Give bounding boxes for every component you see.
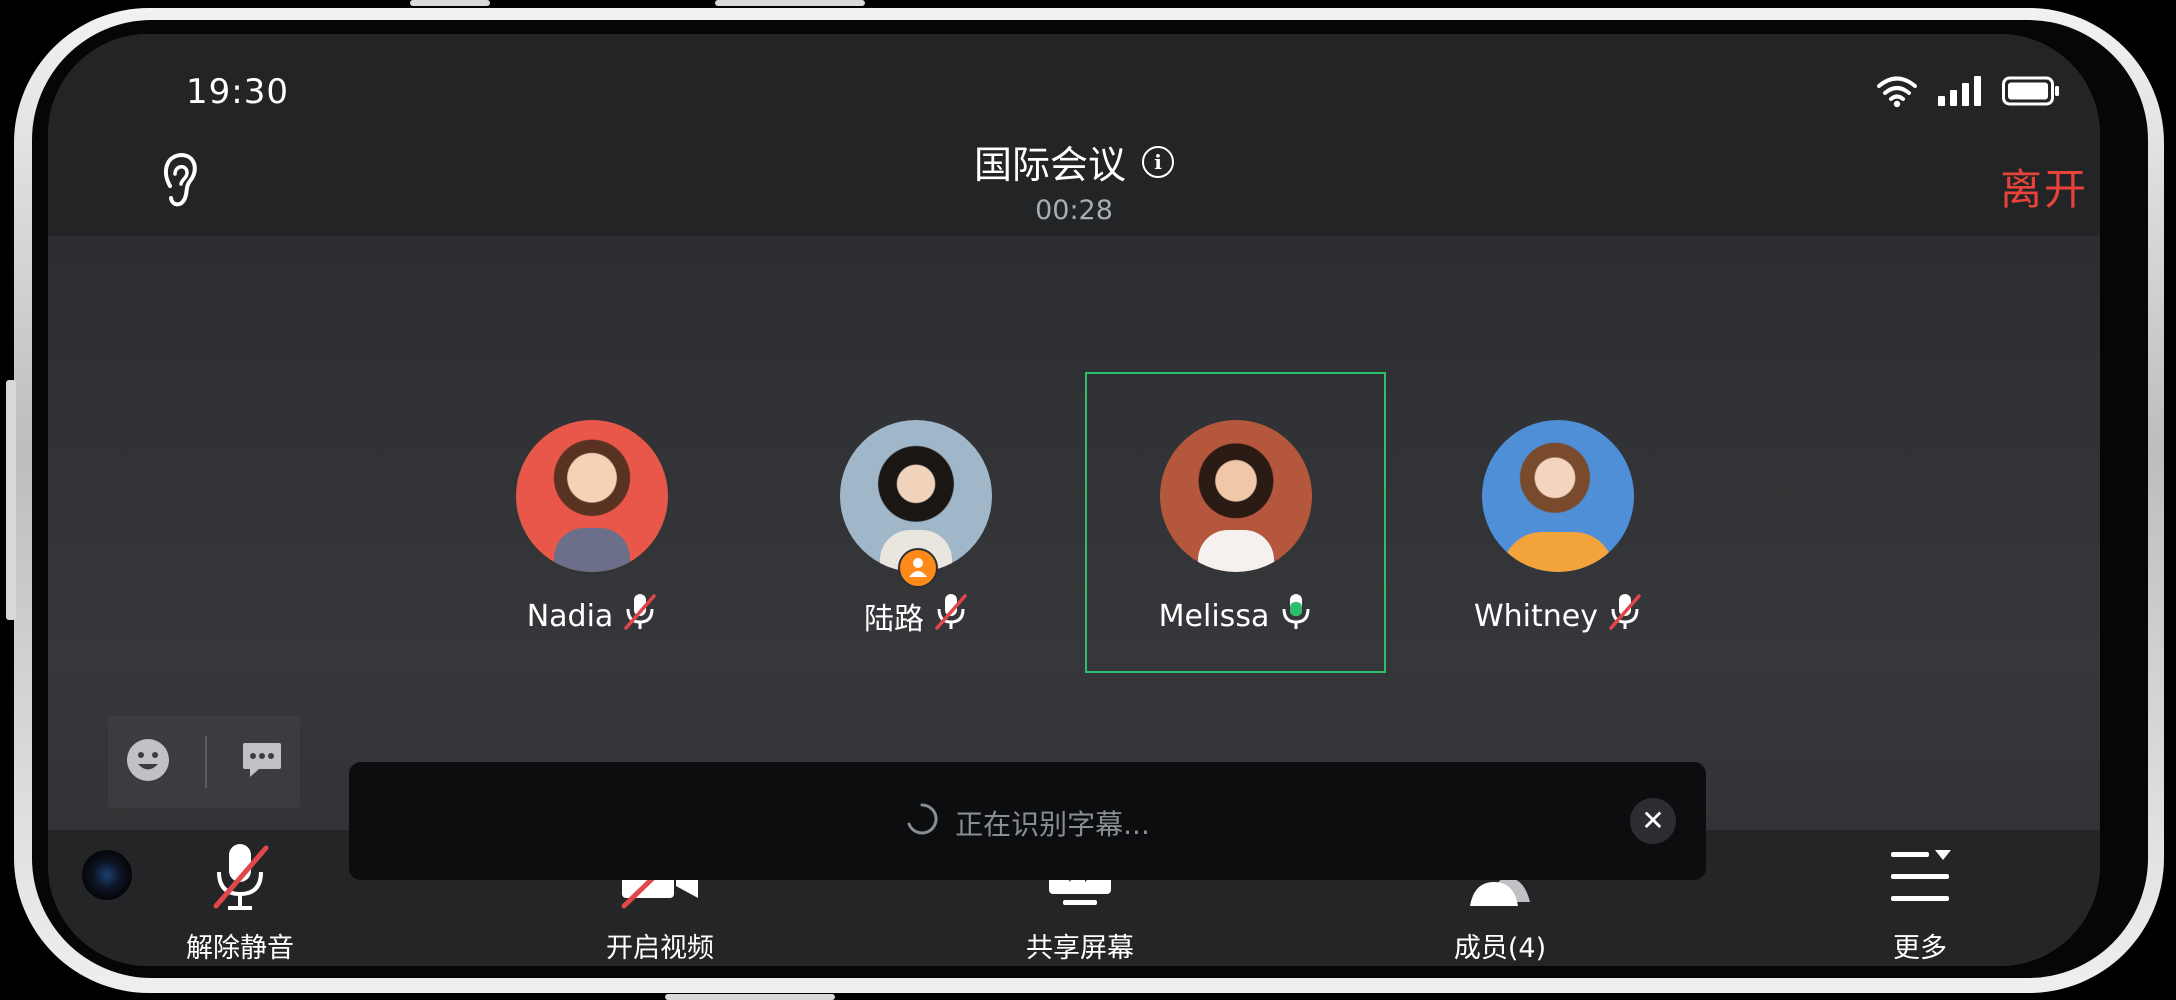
- avatar: [1160, 420, 1312, 572]
- emoji-reaction-icon[interactable]: [125, 737, 171, 787]
- wifi-icon: [1876, 74, 1918, 112]
- host-badge-icon: [898, 548, 938, 588]
- chat-icon[interactable]: [241, 740, 283, 784]
- participant-name: 陆路: [864, 602, 924, 637]
- close-captions-button[interactable]: ✕: [1630, 798, 1676, 844]
- mic-muted-icon: [623, 592, 657, 640]
- participant-name-row: Whitney: [1448, 592, 1668, 640]
- info-icon[interactable]: i: [1142, 145, 1174, 178]
- participant-name: Melissa: [1158, 598, 1270, 634]
- video-off-icon: [618, 845, 702, 916]
- share-screen-label: 共享屏幕: [1026, 933, 1134, 964]
- unmute-label: 解除静音: [186, 933, 294, 964]
- screen-share-icon: [1045, 852, 1115, 916]
- meeting-title: 国际会议 i: [974, 134, 1174, 189]
- participant-tile[interactable]: 陆路: [806, 420, 1026, 640]
- volume-key: [6, 380, 16, 620]
- caption-status-text: 正在识别字幕...: [955, 807, 1150, 841]
- reaction-panel: [108, 716, 300, 808]
- phone-screen: 19:30 国际会议 i 00:28 离开 Nadia 陆路 Melissa W…: [48, 34, 2100, 966]
- divider: [205, 736, 207, 788]
- battery-icon: [2002, 76, 2060, 110]
- avatar: [516, 420, 668, 572]
- top-key: [410, 0, 490, 6]
- participant-area: [48, 236, 2100, 836]
- participant-name: Whitney: [1474, 598, 1598, 634]
- members-icon: [1458, 849, 1542, 916]
- mic-muted-icon: [210, 844, 270, 916]
- mic-muted-icon: [934, 592, 968, 640]
- front-camera: [82, 850, 132, 900]
- participant-name: Nadia: [526, 598, 614, 634]
- signal-icon: [1938, 76, 1982, 110]
- members-label: 成员(4): [1453, 933, 1547, 964]
- participant-tile[interactable]: Whitney: [1448, 420, 1668, 640]
- participant-name-row: Nadia: [482, 592, 702, 640]
- meeting-header: 19:30 国际会议 i 00:28 离开: [48, 34, 2100, 236]
- meeting-title-text: 国际会议: [973, 143, 1126, 187]
- caption-bar: 正在识别字幕... ✕: [349, 762, 1706, 880]
- unmute-button[interactable]: 解除静音: [140, 842, 340, 965]
- mic-active-icon: [1279, 592, 1313, 640]
- mic-muted-icon: [1608, 592, 1642, 640]
- participant-tile[interactable]: Nadia: [482, 420, 702, 640]
- more-menu-icon: [1885, 850, 1955, 916]
- meeting-timer: 00:28: [1035, 195, 1113, 226]
- start-video-label: 开启视频: [606, 933, 714, 964]
- loading-spinner-icon: [905, 802, 939, 843]
- status-icons: [1876, 74, 2060, 112]
- top-key: [715, 0, 865, 6]
- bottom-key: [665, 994, 835, 1000]
- more-label: 更多: [1893, 933, 1947, 964]
- participant-tile[interactable]: Melissa: [1126, 420, 1346, 640]
- leave-button[interactable]: 离开: [2000, 156, 2088, 217]
- participant-name-row: Melissa: [1126, 592, 1346, 640]
- meeting-title-block: 国际会议 i 00:28: [48, 134, 2100, 226]
- close-icon: ✕: [1641, 804, 1665, 837]
- avatar: [1482, 420, 1634, 572]
- status-time: 19:30: [186, 72, 289, 112]
- participant-name-row: 陆路: [806, 592, 1026, 640]
- caption-status: 正在识别字幕...: [349, 802, 1706, 843]
- more-button[interactable]: 更多: [1820, 842, 2020, 965]
